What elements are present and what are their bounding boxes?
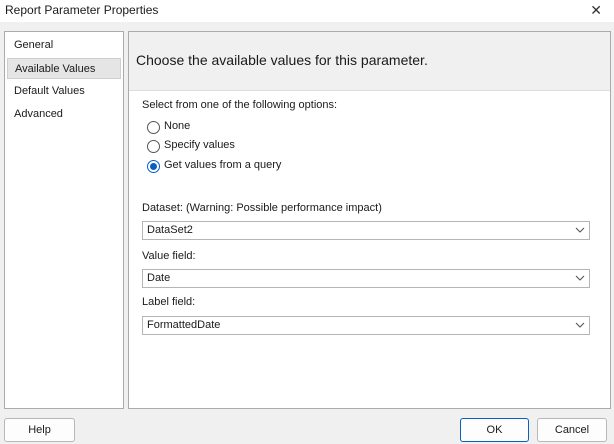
content-panel: Choose the available values for this par… <box>128 31 611 409</box>
help-button[interactable]: Help <box>4 418 75 442</box>
chevron-down-icon[interactable] <box>575 223 585 237</box>
sidebar-item-general[interactable]: General <box>7 35 121 56</box>
radio-specify-values-label[interactable]: Specify values <box>164 139 235 151</box>
sidebar-item-advanced[interactable]: Advanced <box>7 104 121 125</box>
dataset-value: DataSet2 <box>147 224 193 236</box>
page-title: Choose the available values for this par… <box>136 52 428 68</box>
window-title: Report Parameter Properties <box>5 3 159 17</box>
value-field-label: Value field: <box>142 250 196 262</box>
label-field-value: FormattedDate <box>147 319 221 331</box>
dataset-select[interactable]: DataSet2 <box>142 221 590 240</box>
panel-header: Choose the available values for this par… <box>129 32 610 91</box>
sidebar-item-available-values[interactable]: Available Values <box>7 58 121 79</box>
label-field-label: Label field: <box>142 296 196 308</box>
cancel-button[interactable]: Cancel <box>537 418 607 442</box>
radio-none-indicator[interactable] <box>147 121 160 134</box>
radio-get-values-from-query-label[interactable]: Get values from a query <box>164 159 281 171</box>
chevron-down-icon[interactable] <box>575 318 585 332</box>
value-field-value: Date <box>147 272 171 284</box>
close-icon[interactable]: ✕ <box>590 2 602 19</box>
label-field-select[interactable]: FormattedDate <box>142 316 590 335</box>
sidebar-item-default-values[interactable]: Default Values <box>7 81 121 102</box>
title-bar: Report Parameter Properties ✕ <box>0 0 614 22</box>
options-label: Select from one of the following options… <box>142 99 338 111</box>
radio-none-label[interactable]: None <box>164 120 190 132</box>
ok-button[interactable]: OK <box>460 418 529 442</box>
dataset-label: Dataset: (Warning: Possible performance … <box>142 202 382 214</box>
chevron-down-icon[interactable] <box>575 271 585 285</box>
radio-get-values-from-query-indicator[interactable] <box>147 160 160 173</box>
sidebar: General Available Values Default Values … <box>4 31 124 409</box>
value-field-select[interactable]: Date <box>142 269 590 288</box>
radio-specify-values-indicator[interactable] <box>147 140 160 153</box>
